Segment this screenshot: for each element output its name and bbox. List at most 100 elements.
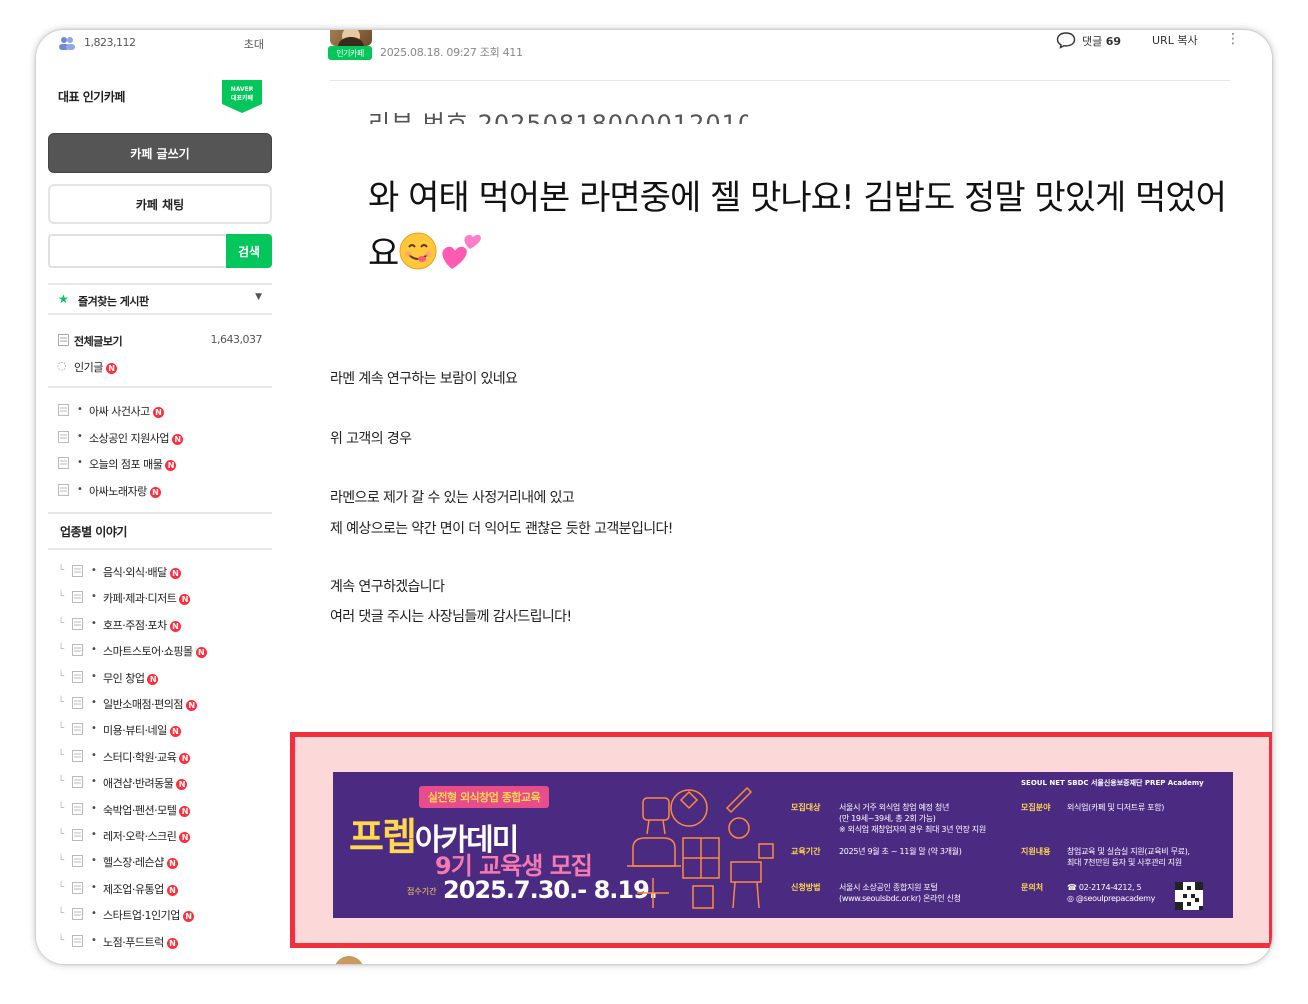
banner-info-text: 서울시 거주 외식업 창업 예정 청년 (만 19세~39세, 총 2회 가능) ※… [839, 802, 986, 835]
tree-branch-icon: └ [58, 776, 64, 788]
banner-info-line: 최대 7천만원 융자 및 사후관리 지원 [1067, 858, 1182, 867]
comment-icon[interactable] [1056, 31, 1076, 49]
tree-branch-icon: └ [58, 617, 64, 629]
sidebar-board-item[interactable]: └ • 호프·주점·포차 N [48, 614, 272, 636]
sidebar-board-item[interactable]: └ • 숙박업·펜션·모텔 N [48, 799, 272, 821]
sidebar-board-item[interactable]: • 소상공인 지원사업 N [48, 427, 272, 449]
banner-info-label: 지원내용 [1021, 847, 1051, 856]
cafe-chat-button[interactable]: 카페 채팅 [48, 184, 272, 224]
section-title: 업종별 이야기 [60, 525, 127, 539]
all-posts-label: 전체글보기 [74, 335, 123, 348]
sidebar-board-item[interactable]: └ • 카페·제과·디저트 N [48, 587, 272, 609]
sidebar-board-item[interactable]: └ • 애견샵·반려동물 N [48, 772, 272, 794]
new-badge: N [166, 884, 178, 896]
new-badge: N [195, 647, 207, 659]
tree-branch-icon: └ [58, 697, 64, 708]
bullet: • [77, 404, 83, 415]
sidebar-board-item[interactable]: └ • 제조업·유통업 N [48, 878, 272, 900]
banner-info-text: 서울시 소상공인 종합지원 포털 (www.seoulsbdc.or.kr) 온라… [839, 882, 961, 904]
qr-code-icon [1175, 882, 1203, 910]
board-label: 음식·외식·배달 N [103, 564, 181, 580]
board-label-text: 일반소매점·편의점 [103, 698, 183, 711]
naver-popular-badge-icon: NAVER 대표카페 [222, 80, 262, 113]
bullet: • [91, 591, 97, 603]
bullet: • [91, 749, 97, 761]
banner-info-label: 문의처 [1021, 883, 1044, 892]
board-icon [72, 617, 83, 630]
cropped-review-number: 리뷰 번호 20250818000012010 [368, 98, 748, 124]
popular-posts-label: 인기글 N [74, 359, 117, 375]
board-label-text: 소상공인 지원사업 [89, 431, 169, 445]
sidebar-board-item[interactable]: └ • 헬스장·레슨샵 N [48, 851, 272, 873]
search-box: 검색 [48, 234, 272, 268]
board-icon [72, 697, 83, 709]
more-options-icon[interactable]: ⋮ [1226, 31, 1240, 47]
comment-count-button[interactable]: 댓글 69 [1082, 33, 1121, 49]
sidebar-board-item[interactable]: • 아싸노래자랑 N [48, 480, 272, 502]
url-copy-button[interactable]: URL 복사 [1152, 32, 1198, 48]
post-date-views: 2025.08.18. 09:27 조회 411 [380, 46, 523, 59]
banner-info-line: (만 19세~39세, 총 2회 가능) [839, 814, 936, 823]
sidebar-board-item[interactable]: └ • 스타트업·1인기업 N [48, 904, 272, 926]
search-input[interactable] [50, 236, 228, 266]
sidebar-board-item[interactable]: └ • 노점·푸드트럭 N [48, 931, 272, 953]
tree-branch-icon: └ [58, 749, 64, 761]
banner-info-line: 2025년 9월 초 ~ 11월 말 (약 3개월) [839, 847, 962, 856]
tree-branch-icon: └ [58, 644, 64, 656]
popular-cafe-tag: 인기카페 [328, 46, 372, 60]
board-label-text: 애견샵·반려동물 [103, 777, 174, 791]
sidebar-board-item[interactable]: • 오늘의 점포 매물 N [48, 453, 272, 475]
author-avatar[interactable] [330, 30, 372, 46]
new-badge: N [171, 433, 183, 445]
favorites-toggle[interactable]: ★ 즐겨찾는 게시판 ▼ [48, 283, 272, 315]
banner-info-text: 2025년 9월 초 ~ 11월 말 (약 3개월) [839, 846, 962, 857]
sidebar-item-all-posts[interactable]: 전체글보기 1,643,037 [48, 330, 272, 352]
new-badge: N [169, 568, 181, 579]
review-headline: 와 여태 먹어본 라면중에 젤 맛나요! 김밥도 정말 맛있게 먹었어요 [368, 170, 1248, 282]
bullet: • [91, 670, 97, 682]
banner-info-line: 서울시 소상공인 종합지원 포털 [839, 883, 938, 892]
tree-branch-icon: └ [58, 723, 64, 735]
sidebar-board-item[interactable]: └ • 일반소매점·편의점 N [48, 693, 272, 715]
sidebar-board-item[interactable]: └ • 미용·뷰티·네일 N [48, 719, 272, 741]
new-badge: N [166, 858, 178, 870]
sidebar-item-popular-posts[interactable]: ◌ 인기글 N [48, 356, 272, 378]
sidebar-board-item[interactable]: └ • 음식·외식·배달 N [48, 561, 272, 583]
sidebar-board-item[interactable]: └ • 레저·오락·스크린 N [48, 825, 272, 847]
board-label: 헬스장·레슨샵 N [103, 854, 178, 870]
new-badge: N [185, 700, 197, 711]
member-stats: 1,823,112 초대 [58, 34, 264, 54]
board-icon [72, 591, 83, 604]
body-paragraph: 위 고객의 경우 [330, 431, 412, 447]
banner-info-text: 창업교육 및 실습실 지원(교육비 무료), 최대 7천만원 융자 및 사후관리 … [1067, 846, 1190, 868]
sidebar-board-item[interactable]: └ • 스마트스토어·쇼핑몰 N [48, 640, 272, 662]
bullet: • [77, 430, 83, 442]
board-icon [72, 723, 83, 736]
board-label: 오늘의 점포 매물 N [89, 456, 177, 472]
prep-academy-banner[interactable]: 실전형 외식창업 종합교육 프렙아카데미 9기 교육생 모집 접수기간 2025… [333, 772, 1233, 918]
sidebar-board-item[interactable]: └ • 무인 창업 N [48, 667, 272, 689]
board-icon [72, 855, 83, 868]
bullet: • [91, 697, 97, 708]
write-post-button[interactable]: 카페 글쓰기 [48, 133, 272, 173]
new-badge: N [166, 937, 178, 949]
board-label: 애견샵·반려동물 N [103, 775, 188, 791]
banner-info-label: 모집대상 [791, 803, 821, 812]
sidebar-board-item[interactable]: └ • 스터디·학원·교육 N [48, 746, 272, 768]
search-button[interactable]: 검색 [226, 234, 272, 268]
banner-title-a: 프렙 [349, 815, 417, 859]
board-label-text: 호프·주점·포차 [103, 618, 167, 632]
invite-link[interactable]: 초대 [244, 36, 264, 52]
board-icon [72, 776, 83, 789]
board-icon [58, 430, 69, 443]
body-paragraph: 라멘으로 제가 갈 수 있는 사정거리내에 있고 [330, 490, 575, 506]
body-paragraph: 라멘 계속 연구하는 보람이 있네요 [330, 371, 518, 387]
tree-branch-icon: └ [58, 855, 64, 867]
board-icon [72, 565, 83, 577]
board-label: 무인 창업 N [103, 670, 159, 686]
new-badge: N [147, 673, 159, 685]
tree-branch-icon: └ [58, 934, 64, 946]
sidebar-board-item[interactable]: • 아싸 사건사고 N [48, 400, 272, 422]
board-label: 아싸 사건사고 N [89, 403, 164, 419]
board-label: 아싸노래자랑 N [89, 483, 161, 499]
